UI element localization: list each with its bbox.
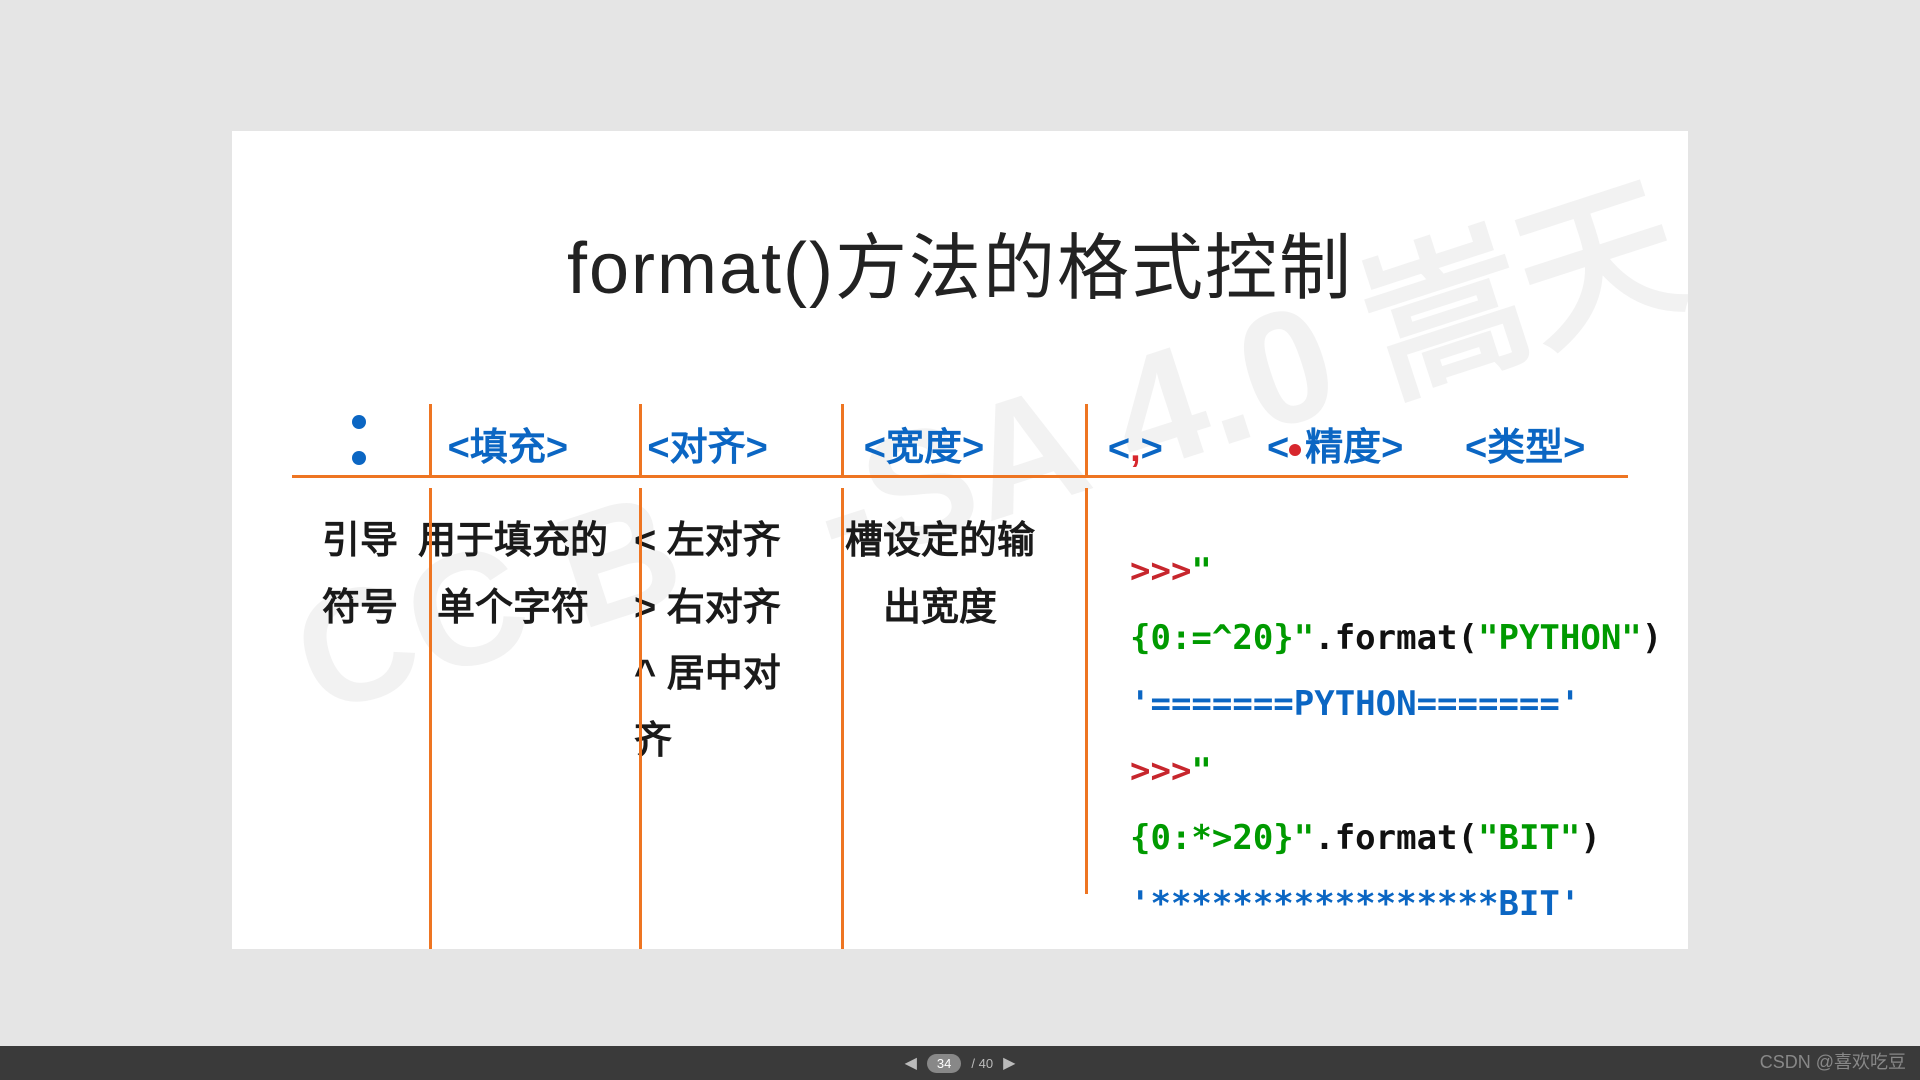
header-align: <对齐>: [610, 416, 805, 471]
cell-width: 槽设定的输 出宽度: [818, 508, 1062, 641]
cell-lead: 引导 符号: [312, 508, 408, 641]
header-width: <宽度>: [805, 416, 1043, 471]
format-spec-table: <填充> <对齐> <宽度> <,> <精度> <类型> 引导 符号 用于填充: [292, 404, 1628, 774]
header-precision: <精度>: [1228, 416, 1442, 471]
slide-title: format()方法的格式控制: [292, 209, 1628, 314]
code-line-2: >>>"{0:*>20}".format("BIT"): [1130, 738, 1662, 871]
nav-footer: ◀ 34 / 40 ▶: [0, 1046, 1920, 1080]
table-header-row: <填充> <对齐> <宽度> <,> <精度> <类型>: [292, 404, 1628, 478]
code-line-3: >>>"{:10}".format("BIT"): [1130, 938, 1662, 949]
code-line-1: >>>"{0:=^20}".format("PYTHON"): [1130, 538, 1662, 671]
cell-fill: 用于填充的 单个字符: [408, 508, 618, 641]
header-fill: <填充>: [406, 416, 611, 471]
slide: CC B -SA 4.0 嵩天 format()方法的格式控制 <填充> <对齐…: [232, 131, 1688, 949]
dot-icon: [1289, 444, 1301, 456]
source-credit: CSDN @喜欢吃豆: [1760, 1048, 1906, 1074]
header-comma: <,>: [1043, 428, 1228, 471]
page-total: / 40: [971, 1056, 993, 1071]
cell-align: < 左对齐 > 右对齐 ^ 居中对齐: [618, 508, 818, 774]
code-output-2: '*****************BIT': [1130, 871, 1662, 938]
code-output-1: '=======PYTHON=======': [1130, 671, 1662, 738]
header-colon: [312, 415, 406, 471]
page-number: 34: [927, 1054, 961, 1073]
prev-slide-button[interactable]: ◀: [905, 1053, 917, 1073]
code-examples: >>>"{0:=^20}".format("PYTHON") '=======P…: [1130, 538, 1662, 949]
next-slide-button[interactable]: ▶: [1003, 1053, 1015, 1073]
header-type: <类型>: [1442, 416, 1608, 471]
